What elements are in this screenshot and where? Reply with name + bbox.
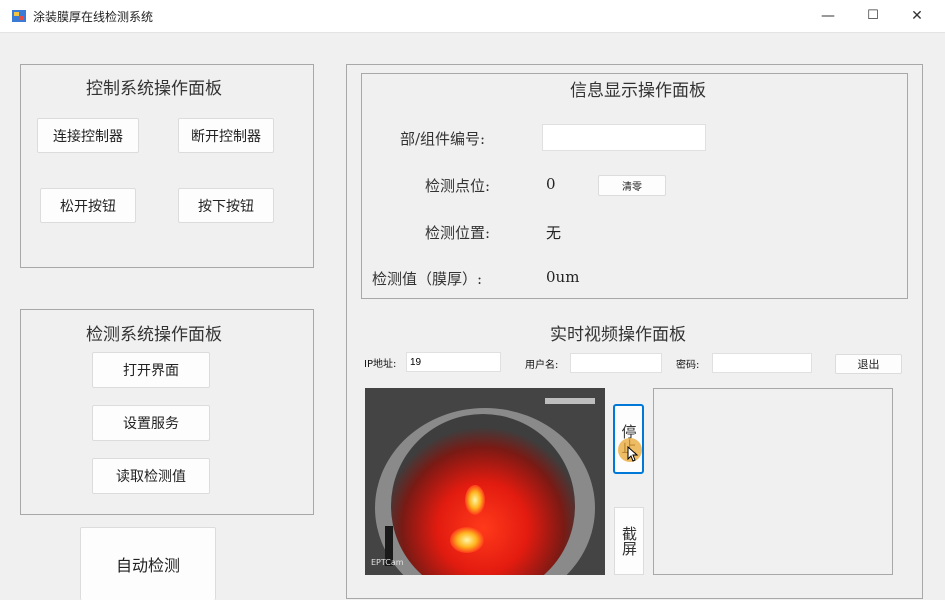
- password-label: 密码:: [676, 360, 700, 371]
- window-title: 涂装膜厚在线检测系统: [33, 10, 154, 24]
- exit-button[interactable]: 退出: [835, 354, 902, 374]
- detect-position-value: 无: [546, 224, 562, 242]
- screenshot-button[interactable]: 截屏: [614, 507, 644, 575]
- clear-button[interactable]: 清零: [598, 175, 666, 196]
- release-button[interactable]: 松开按钮: [40, 188, 136, 223]
- live-video-feed: EPTCam: [365, 388, 605, 575]
- minimize-button[interactable]: —: [806, 4, 850, 28]
- maximize-button[interactable]: ☐: [851, 4, 895, 28]
- detect-position-label: 检测位置:: [425, 224, 491, 242]
- video-overlay-label: EPTCam: [371, 558, 404, 567]
- screenshot-label: 截屏: [620, 526, 638, 556]
- password-input[interactable]: [712, 353, 812, 373]
- username-label: 用户名:: [525, 360, 559, 371]
- app-icon: [12, 10, 26, 22]
- info-panel-title: 信息显示操作面板: [570, 81, 706, 101]
- part-number-input[interactable]: [542, 124, 706, 151]
- press-button[interactable]: 按下按钮: [178, 188, 274, 223]
- username-input[interactable]: [570, 353, 662, 373]
- open-interface-button[interactable]: 打开界面: [92, 352, 210, 388]
- thickness-value: 0um: [546, 268, 580, 286]
- title-bar: 涂装膜厚在线检测系统 — ☐ ✕: [0, 0, 945, 33]
- video-frame-graphic: [365, 388, 605, 575]
- auto-detect-button[interactable]: 自动检测: [80, 527, 216, 600]
- ip-label: IP地址:: [364, 359, 397, 370]
- set-service-button[interactable]: 设置服务: [92, 405, 210, 441]
- ip-address-input[interactable]: [406, 352, 501, 372]
- screenshot-preview: [653, 388, 893, 575]
- part-number-label: 部/组件编号:: [400, 130, 486, 148]
- connect-controller-button[interactable]: 连接控制器: [37, 118, 139, 153]
- video-panel-title: 实时视频操作面板: [550, 325, 686, 345]
- detect-point-value: 0: [546, 175, 556, 193]
- detect-point-label: 检测点位:: [425, 177, 491, 195]
- detect-panel-title: 检测系统操作面板: [86, 325, 222, 345]
- disconnect-controller-button[interactable]: 断开控制器: [178, 118, 274, 153]
- thickness-label: 检测值（膜厚）:: [372, 270, 483, 288]
- read-detect-value-button[interactable]: 读取检测值: [92, 458, 210, 494]
- control-panel-title: 控制系统操作面板: [86, 79, 222, 99]
- mouse-pointer-icon: [627, 446, 639, 462]
- close-button[interactable]: ✕: [895, 4, 939, 28]
